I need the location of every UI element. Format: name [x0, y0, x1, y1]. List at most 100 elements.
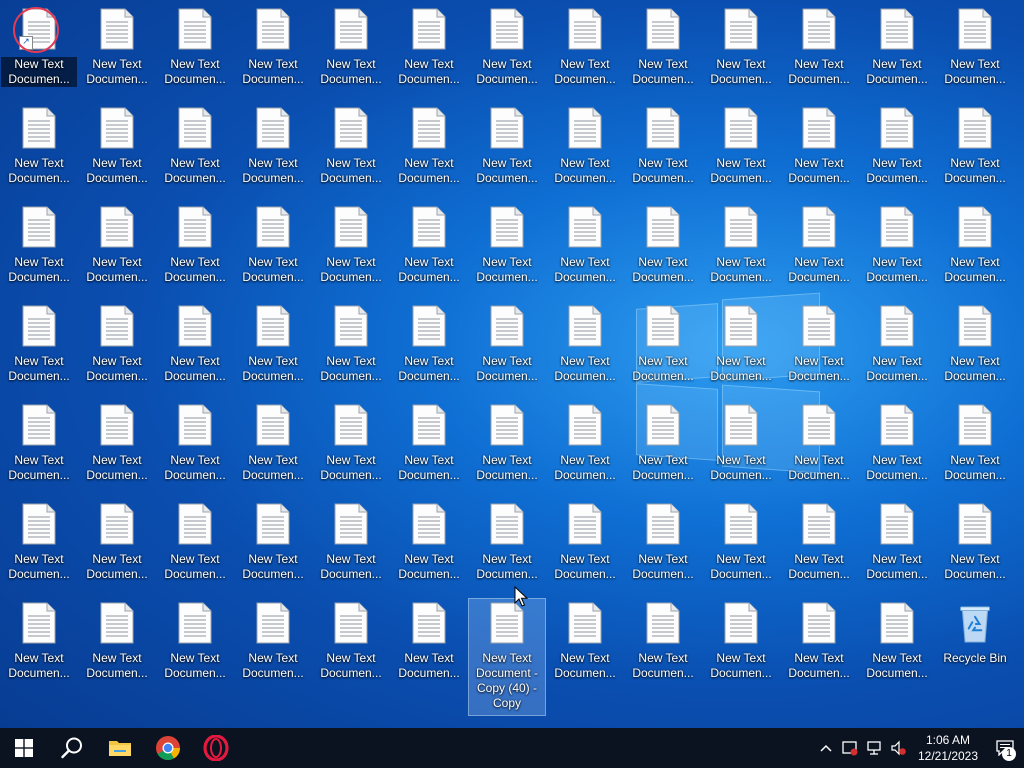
text-file-icon[interactable]: New Text Documen...: [157, 500, 233, 582]
text-file-icon[interactable]: New Text Documen...: [391, 500, 467, 582]
text-file-icon[interactable]: New Text Documen...: [547, 302, 623, 384]
text-file-icon[interactable]: New Text Documen...: [859, 104, 935, 186]
text-file-icon[interactable]: New Text Documen...: [859, 500, 935, 582]
text-file-icon[interactable]: New Text Documen...: [235, 599, 311, 681]
text-file-icon[interactable]: New Text Documen...: [937, 5, 1013, 87]
text-file-icon[interactable]: New Text Documen...: [703, 599, 779, 681]
text-file-icon[interactable]: New Text Documen...: [547, 599, 623, 681]
text-file-icon[interactable]: New Text Documen...: [547, 104, 623, 186]
text-file-icon[interactable]: New Text Documen...: [1, 203, 77, 285]
search-button[interactable]: [48, 728, 96, 768]
text-file-icon[interactable]: New Text Documen...: [391, 401, 467, 483]
text-file-icon[interactable]: New Text Documen...: [79, 5, 155, 87]
security-alert-icon[interactable]: [838, 728, 862, 768]
text-file-icon[interactable]: New Text Documen...: [937, 203, 1013, 285]
text-file-icon[interactable]: New Text Documen...: [547, 203, 623, 285]
text-file-icon[interactable]: New Text Documen...: [235, 5, 311, 87]
text-file-icon[interactable]: New Text Documen...: [469, 203, 545, 285]
text-file-icon[interactable]: New Text Documen...: [235, 302, 311, 384]
text-file-icon[interactable]: New Text Documen...: [1, 599, 77, 681]
text-file-icon[interactable]: New Text Documen...: [313, 302, 389, 384]
text-file-icon[interactable]: ↗ New Text Documen...: [1, 5, 77, 87]
text-file-icon[interactable]: New Text Documen...: [157, 302, 233, 384]
text-file-icon[interactable]: New Text Documen...: [1, 401, 77, 483]
text-file-icon[interactable]: New Text Documen...: [781, 302, 857, 384]
desktop[interactable]: ↗ New Text Documen... New Text Documen... N…: [0, 0, 1024, 728]
text-file-icon[interactable]: New Text Documen...: [703, 104, 779, 186]
text-file-icon[interactable]: New Text Documen...: [79, 302, 155, 384]
chrome-button[interactable]: [144, 728, 192, 768]
text-file-icon[interactable]: New Text Documen...: [859, 302, 935, 384]
clock[interactable]: 1:06 AM 12/21/2023: [910, 732, 986, 764]
text-file-icon[interactable]: New Text Documen...: [313, 401, 389, 483]
text-file-icon[interactable]: New Text Documen...: [703, 302, 779, 384]
text-file-icon[interactable]: New Text Documen...: [469, 302, 545, 384]
text-file-icon[interactable]: New Text Documen...: [391, 203, 467, 285]
text-file-icon[interactable]: New Text Documen...: [469, 5, 545, 87]
text-file-icon[interactable]: New Text Documen...: [859, 599, 935, 681]
recycle-bin[interactable]: Recycle Bin: [937, 599, 1013, 666]
text-file-icon[interactable]: New Text Documen...: [391, 599, 467, 681]
text-file-icon[interactable]: New Text Documen...: [547, 5, 623, 87]
text-file-icon[interactable]: New Text Documen...: [625, 401, 701, 483]
text-file-icon[interactable]: New Text Documen...: [79, 599, 155, 681]
text-file-icon[interactable]: New Text Documen...: [157, 401, 233, 483]
text-file-icon[interactable]: New Text Documen...: [937, 302, 1013, 384]
text-file-icon[interactable]: New Text Documen...: [391, 104, 467, 186]
text-file-icon[interactable]: New Text Documen...: [235, 203, 311, 285]
start-button[interactable]: [0, 728, 48, 768]
text-file-icon[interactable]: New Text Documen...: [625, 302, 701, 384]
text-file-icon[interactable]: New Text Documen...: [703, 5, 779, 87]
text-file-icon[interactable]: New Text Documen...: [937, 500, 1013, 582]
text-file-icon[interactable]: New Text Documen...: [235, 104, 311, 186]
text-file-icon[interactable]: New Text Documen...: [1, 104, 77, 186]
text-file-icon[interactable]: New Text Document - Copy (40) - Copy: [468, 598, 546, 716]
text-file-icon[interactable]: New Text Documen...: [79, 500, 155, 582]
text-file-icon[interactable]: New Text Documen...: [469, 401, 545, 483]
text-file-icon[interactable]: New Text Documen...: [313, 104, 389, 186]
file-explorer-button[interactable]: [96, 728, 144, 768]
network-icon[interactable]: [862, 728, 886, 768]
text-file-icon[interactable]: New Text Documen...: [625, 203, 701, 285]
opera-button[interactable]: [192, 728, 240, 768]
text-file-icon[interactable]: New Text Documen...: [781, 104, 857, 186]
text-file-icon[interactable]: New Text Documen...: [157, 5, 233, 87]
text-file-icon[interactable]: New Text Documen...: [1, 500, 77, 582]
text-file-icon[interactable]: New Text Documen...: [781, 5, 857, 87]
text-file-icon[interactable]: New Text Documen...: [313, 500, 389, 582]
text-file-icon[interactable]: New Text Documen...: [625, 5, 701, 87]
text-file-icon[interactable]: New Text Documen...: [157, 104, 233, 186]
text-file-icon[interactable]: New Text Documen...: [937, 104, 1013, 186]
text-file-icon[interactable]: New Text Documen...: [313, 203, 389, 285]
text-file-icon[interactable]: New Text Documen...: [625, 500, 701, 582]
text-file-icon[interactable]: New Text Documen...: [235, 500, 311, 582]
text-file-icon[interactable]: New Text Documen...: [703, 203, 779, 285]
text-file-icon[interactable]: New Text Documen...: [391, 302, 467, 384]
notification-center-button[interactable]: 1: [986, 728, 1024, 768]
text-file-icon[interactable]: New Text Documen...: [859, 5, 935, 87]
text-file-icon[interactable]: New Text Documen...: [157, 203, 233, 285]
volume-muted-icon[interactable]: [886, 728, 910, 768]
text-file-icon[interactable]: New Text Documen...: [703, 500, 779, 582]
text-file-icon[interactable]: New Text Documen...: [79, 401, 155, 483]
text-file-icon[interactable]: New Text Documen...: [859, 203, 935, 285]
text-file-icon[interactable]: New Text Documen...: [781, 401, 857, 483]
text-file-icon[interactable]: New Text Documen...: [781, 203, 857, 285]
text-file-icon[interactable]: New Text Documen...: [937, 401, 1013, 483]
text-file-icon[interactable]: New Text Documen...: [157, 599, 233, 681]
text-file-icon[interactable]: New Text Documen...: [313, 599, 389, 681]
text-file-icon[interactable]: New Text Documen...: [391, 5, 467, 87]
text-file-icon[interactable]: New Text Documen...: [859, 401, 935, 483]
text-file-icon[interactable]: New Text Documen...: [469, 500, 545, 582]
text-file-icon[interactable]: New Text Documen...: [781, 599, 857, 681]
text-file-icon[interactable]: New Text Documen...: [79, 203, 155, 285]
text-file-icon[interactable]: New Text Documen...: [547, 401, 623, 483]
text-file-icon[interactable]: New Text Documen...: [781, 500, 857, 582]
text-file-icon[interactable]: New Text Documen...: [625, 599, 701, 681]
chevron-up-icon[interactable]: [814, 728, 838, 768]
text-file-icon[interactable]: New Text Documen...: [79, 104, 155, 186]
text-file-icon[interactable]: New Text Documen...: [469, 104, 545, 186]
text-file-icon[interactable]: New Text Documen...: [547, 500, 623, 582]
text-file-icon[interactable]: New Text Documen...: [313, 5, 389, 87]
text-file-icon[interactable]: New Text Documen...: [703, 401, 779, 483]
